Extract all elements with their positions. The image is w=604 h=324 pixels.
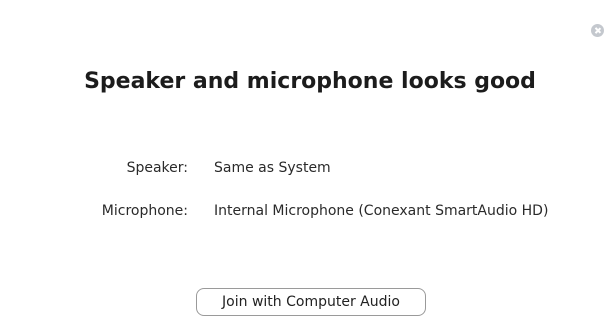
dialog-title: Speaker and microphone looks good [84, 69, 536, 94]
microphone-label: Microphone: [101, 203, 188, 219]
audio-test-dialog: Speaker and microphone looks good Speake… [0, 0, 604, 324]
speaker-label: Speaker: [126, 160, 188, 176]
close-icon[interactable] [591, 24, 604, 37]
speaker-value: Same as System [214, 160, 331, 176]
join-computer-audio-button[interactable]: Join with Computer Audio [196, 288, 426, 316]
microphone-value: Internal Microphone (Conexant SmartAudio… [214, 203, 549, 219]
